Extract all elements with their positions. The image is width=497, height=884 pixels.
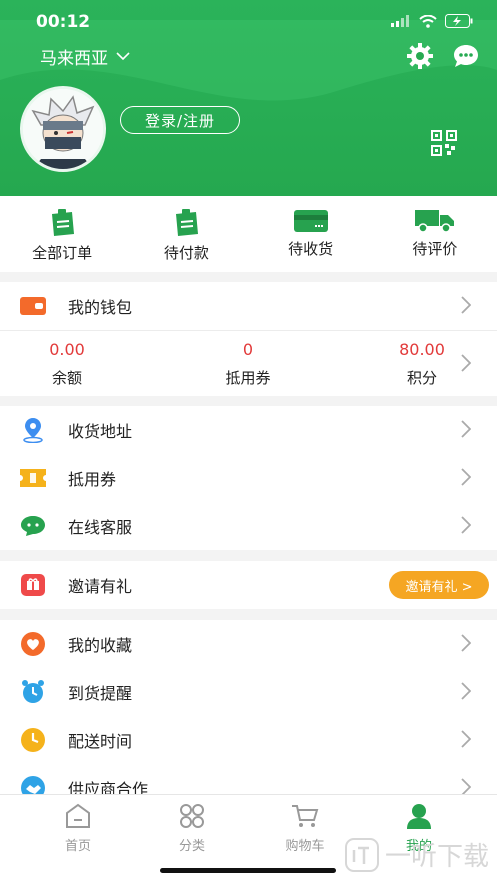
menu-supplier-cooperation[interactable]: 供应商合作 [0,764,497,795]
order-label: 待收货 [288,240,334,258]
order-label: 待评价 [412,240,458,258]
points-value: 80.00 [399,340,445,359]
menu-coupon[interactable]: 抵用券 [0,454,497,502]
order-label: 待付款 [163,244,209,262]
menu-label: 收货地址 [68,422,133,441]
location-pin-icon [20,418,46,443]
chevron-right-icon [461,778,471,795]
qr-code-icon[interactable] [431,130,457,156]
menu-label: 在线客服 [68,518,133,537]
balance-label: 余额 [51,369,82,387]
cart-icon [292,805,319,827]
chevron-right-icon [461,634,471,652]
heart-icon [20,632,46,656]
category-icon [180,804,204,828]
points-label: 积分 [406,369,437,387]
stat-balance[interactable]: 0.00 余额 [36,340,98,388]
battery-icon [445,14,473,28]
menu-arrival-reminder[interactable]: 到货提醒 [0,668,497,716]
invite-card: 邀请有礼 邀请有礼 > [0,561,497,609]
chevron-right-icon [461,354,471,372]
wallet-title: 我的钱包 [68,298,133,317]
order-pending-review[interactable]: 待评价 [373,196,497,272]
gift-icon [20,573,46,597]
clipboard-icon [176,209,199,236]
status-time: 00:12 [36,12,91,32]
chevron-right-icon [461,730,471,748]
balance-value: 0.00 [49,340,85,359]
card-icon [293,210,328,232]
coupon-icon [20,466,46,490]
region-selector[interactable]: 马来西亚 [40,44,130,69]
alarm-clock-icon [20,680,46,704]
home-icon [66,803,90,828]
truck-icon [414,210,454,233]
region-label: 马来西亚 [40,49,108,69]
menu-address[interactable]: 收货地址 [0,406,497,454]
coupon-value: 0 [242,340,254,359]
order-all[interactable]: 全部订单 [0,196,124,272]
gear-icon[interactable] [407,43,433,69]
tab-category[interactable]: 分类 [157,803,227,854]
menu-delivery-time[interactable]: 配送时间 [0,716,497,764]
watermark-text: 一听下载 [384,842,489,872]
wallet-card: 我的钱包 0.00 余额 0 抵用券 80.00 积分 [0,282,497,396]
wifi-icon [419,14,437,28]
chevron-right-icon [461,296,471,314]
signal-icon [391,15,409,27]
profile-header: 00:12 马来西亚 登录/注册 [0,0,497,196]
status-icons [391,14,473,28]
tab-label: 分类 [178,839,205,854]
chevron-down-icon [116,52,130,61]
chat-bubble-icon [20,514,46,538]
menu-label: 抵用券 [68,470,117,489]
menu-label: 到货提醒 [68,684,133,703]
coupon-label: 抵用券 [225,369,271,387]
avatar[interactable] [20,86,106,172]
tab-cart[interactable]: 购物车 [270,803,340,854]
chevron-right-icon [461,682,471,700]
tab-home[interactable]: 首页 [43,803,113,854]
watermark: 一听下载 [344,836,489,873]
home-indicator [160,868,336,873]
wallet-row[interactable]: 我的钱包 [0,282,497,330]
handshake-icon [20,776,46,795]
login-register-button[interactable]: 登录/注册 [120,106,240,134]
stat-points[interactable]: 80.00 积分 [390,340,454,388]
more-menu: 我的收藏 到货提醒 配送时间 供应商合作 [0,620,497,795]
tab-label: 购物车 [285,839,325,854]
tab-label: 首页 [64,839,91,854]
clock-icon [20,728,46,752]
menu-label: 配送时间 [68,732,133,751]
order-pending-payment[interactable]: 待付款 [124,196,248,272]
wallet-stats[interactable]: 0.00 余额 0 抵用券 80.00 积分 [0,330,497,394]
chevron-right-icon [461,468,471,486]
avatar-image [23,89,103,169]
menu-favorites[interactable]: 我的收藏 [0,620,497,668]
watermark-logo-icon [344,837,379,872]
service-menu: 收货地址 抵用券 在线客服 [0,406,497,550]
clipboard-icon [52,209,75,236]
chevron-right-icon [461,420,471,438]
menu-label: 供应商合作 [68,780,149,795]
wallet-icon [20,294,46,318]
menu-invite[interactable]: 邀请有礼 邀请有礼 > [0,561,497,609]
stat-coupon[interactable]: 0 抵用券 [210,340,286,388]
menu-customer-service[interactable]: 在线客服 [0,502,497,550]
order-pending-receipt[interactable]: 待收货 [249,196,373,272]
message-icon[interactable] [452,43,480,69]
invite-label: 邀请有礼 [68,577,133,596]
chevron-right-icon [461,516,471,534]
profile-icon [407,804,431,829]
invite-button[interactable]: 邀请有礼 > [389,571,489,599]
order-status-bar: 全部订单 待付款 待收货 待评价 [0,196,497,272]
menu-label: 我的收藏 [68,636,133,655]
order-label: 全部订单 [32,244,93,262]
